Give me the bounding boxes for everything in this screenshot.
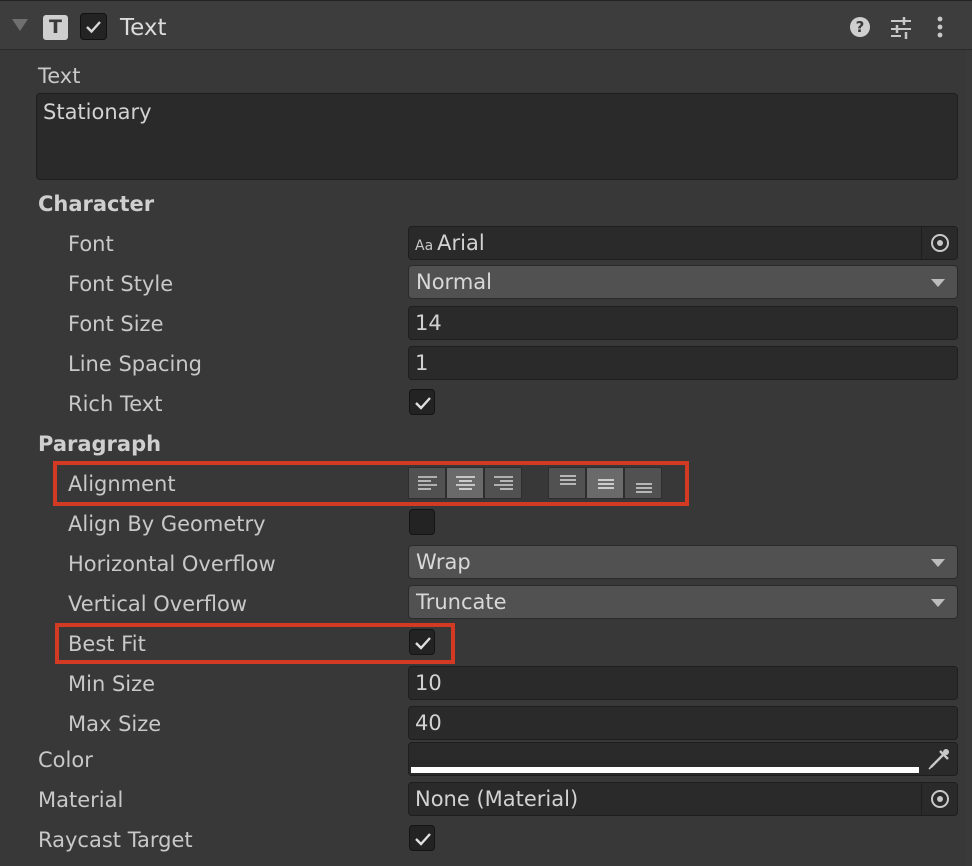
material-value: None (Material) (415, 787, 579, 811)
scrollbar[interactable] (966, 50, 972, 866)
horizontal-overflow-value: Wrap (416, 550, 471, 574)
line-spacing-label: Line Spacing (68, 352, 202, 376)
vertical-overflow-label: Vertical Overflow (68, 592, 248, 616)
font-label: Font (68, 232, 114, 256)
chevron-down-icon (931, 279, 945, 287)
color-swatch[interactable] (411, 767, 919, 773)
material-label: Material (38, 788, 124, 812)
vertical-overflow-value: Truncate (416, 590, 507, 614)
align-by-geometry-label: Align By Geometry (68, 512, 266, 536)
material-field[interactable]: None (Material) (408, 782, 958, 816)
object-picker-icon[interactable] (921, 783, 957, 815)
min-size-input[interactable]: 10 (408, 666, 958, 700)
best-fit-highlight-box (55, 623, 455, 664)
color-field[interactable] (408, 742, 958, 776)
font-style-value: Normal (416, 270, 492, 294)
rich-text-checkbox[interactable] (409, 389, 435, 415)
font-asset-icon: Aa (415, 238, 434, 254)
object-picker-icon[interactable] (921, 227, 957, 259)
character-section-header: Character (38, 192, 155, 216)
horizontal-overflow-dropdown[interactable]: Wrap (408, 545, 958, 579)
max-size-label: Max Size (68, 712, 162, 736)
foldout-arrow-icon[interactable] (12, 19, 28, 31)
font-size-label: Font Size (68, 312, 164, 336)
rich-text-label: Rich Text (68, 392, 163, 416)
presets-icon[interactable] (888, 15, 914, 39)
help-icon[interactable]: ? (850, 17, 870, 37)
alignment-highlight-box (53, 461, 689, 506)
component-title: Text (120, 15, 167, 41)
font-size-input[interactable]: 14 (408, 306, 958, 340)
font-value: Arial (437, 231, 485, 255)
eyedropper-icon[interactable] (919, 743, 957, 775)
chevron-down-icon (931, 559, 945, 567)
align-by-geometry-checkbox[interactable] (409, 509, 435, 535)
max-size-input[interactable]: 40 (408, 706, 958, 740)
paragraph-section-header: Paragraph (38, 432, 162, 456)
min-size-label: Min Size (68, 672, 156, 696)
text-label: Text (38, 64, 81, 88)
vertical-overflow-dropdown[interactable]: Truncate (408, 585, 958, 619)
text-input[interactable]: Stationary (36, 93, 958, 180)
chevron-down-icon (931, 599, 945, 607)
raycast-target-label: Raycast Target (38, 828, 193, 852)
raycast-target-checkbox[interactable] (409, 825, 435, 851)
color-label: Color (38, 748, 93, 772)
component-enabled-checkbox[interactable] (80, 13, 107, 40)
text-component-icon: T (43, 15, 68, 40)
font-style-dropdown[interactable]: Normal (408, 265, 958, 299)
font-style-label: Font Style (68, 272, 174, 296)
kebab-menu-icon[interactable] (930, 13, 950, 41)
component-header: T Text ? (0, 0, 972, 50)
horizontal-overflow-label: Horizontal Overflow (68, 552, 276, 576)
line-spacing-input[interactable]: 1 (408, 346, 958, 380)
font-field[interactable]: Aa Arial (408, 226, 958, 260)
